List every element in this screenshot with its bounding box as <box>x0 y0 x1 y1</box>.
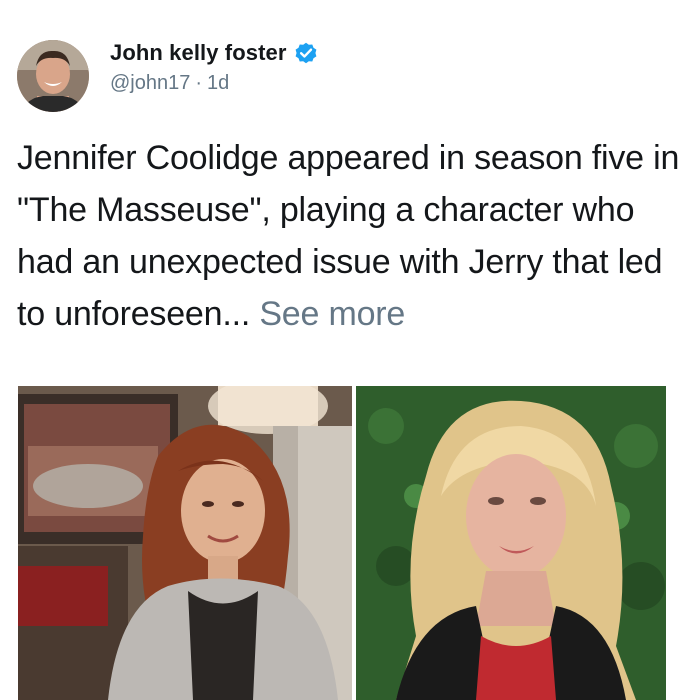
tweet-card: John kelly foster @john17 · 1d Jennifer … <box>0 0 700 700</box>
meta-separator: · <box>195 72 203 94</box>
hedge-backdrop-photo <box>356 386 666 700</box>
media-image-right[interactable] <box>356 386 666 700</box>
author-avatar[interactable] <box>17 40 89 112</box>
see-more-link[interactable]: See more <box>259 295 405 333</box>
author-display-name[interactable]: John kelly foster <box>110 40 287 66</box>
author-name-row: John kelly foster <box>110 38 319 68</box>
author-meta-row: @john17 · 1d <box>110 72 229 95</box>
person-avatar-icon <box>17 40 89 112</box>
media-image-left[interactable] <box>18 386 352 700</box>
tv-scene-photo <box>18 386 352 700</box>
author-handle[interactable]: @john17 <box>110 72 190 95</box>
tweet-media-grid <box>18 386 666 700</box>
tweet-text: Jennifer Coolidge appeared in season fiv… <box>17 132 687 340</box>
verified-badge-icon <box>293 40 319 66</box>
post-timestamp[interactable]: 1d <box>207 72 229 95</box>
